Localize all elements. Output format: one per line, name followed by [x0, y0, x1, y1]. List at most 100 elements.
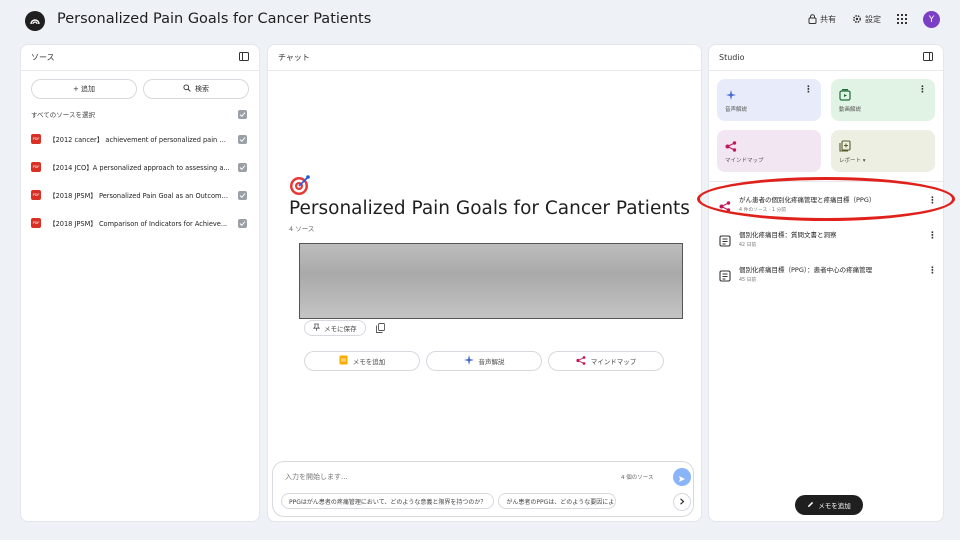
chat-actions: メモを追加 音声解説 マインドマップ — [304, 351, 664, 371]
chat-input[interactable] — [285, 470, 585, 484]
select-all-row[interactable]: すべてのソースを選択 — [31, 109, 247, 119]
sparkle-icon — [463, 355, 474, 367]
mindmap-label: マインドマップ — [590, 358, 637, 366]
note-item[interactable]: 個別化疼痛目標（PPG）：患者中心の疼痛管理 45 日前 ⋮ — [719, 264, 937, 292]
mindmap-tile-label: マインドマップ — [725, 158, 764, 164]
note-meta: 45 日前 — [739, 278, 757, 283]
video-overview-tile-label: 動画解説 — [839, 107, 862, 113]
pdf-icon: PDF — [31, 190, 41, 200]
target-emoji-icon — [289, 174, 311, 196]
video-icon — [839, 86, 851, 101]
top-actions: 共有 設定 Y — [808, 11, 940, 28]
copy-icon[interactable] — [375, 318, 385, 337]
note-item[interactable]: 個別化疼痛目標：質問文書と洞察 42 日前 ⋮ — [719, 229, 937, 257]
discover-source-button[interactable]: 検索 — [143, 79, 249, 99]
suggestion-chip[interactable]: PPGはがん患者の疼痛管理において、どのような意義と限界を持つのか？ — [281, 493, 495, 509]
video-overview-tile[interactable]: 動画解説 ⋮ — [831, 79, 935, 121]
studio-tiles: 音声解説 ⋮ 動画解説 ⋮ マインドマップ レポート ▾ — [717, 79, 937, 172]
source-checkbox[interactable] — [238, 162, 247, 172]
audio-overview-button[interactable]: 音声解説 — [426, 351, 542, 371]
note-title: がん患者の個別化疼痛管理と疼痛目標（PPG） — [739, 196, 876, 204]
add-source-button[interactable]: + 追加 — [31, 79, 137, 99]
audio-overview-tile[interactable]: 音声解説 ⋮ — [717, 79, 821, 121]
mindmap-icon — [719, 197, 731, 212]
suggestion-chip[interactable]: がん患者のPPGは、どのような要因によ — [498, 493, 617, 509]
source-label: 【2012 cancer】 achievement of personalize… — [49, 136, 234, 144]
source-checkbox[interactable] — [238, 218, 247, 228]
save-to-memo-button[interactable]: メモに保存 — [304, 319, 366, 336]
chat-header: チャット — [268, 45, 701, 71]
add-note-label: メモを追加 — [818, 502, 851, 510]
select-all-label: すべてのソースを選択 — [31, 111, 95, 119]
notebook-source-count: 4 ソース — [289, 225, 315, 233]
source-label: 【2018 JPSM】 Personalized Pain Goal as an… — [49, 192, 232, 200]
source-item[interactable]: PDF 【2018 JPSM】 Comparison of Indicators… — [31, 209, 247, 237]
source-checkbox[interactable] — [238, 190, 247, 200]
notebook-heading: Personalized Pain Goals for Cancer Patie… — [289, 198, 690, 219]
settings-button[interactable]: 設定 — [852, 14, 881, 26]
chat-panel: チャット Personalized Pain Goals for Cancer … — [267, 44, 702, 522]
note-meta: 4 件のソース · 1 分前 — [739, 208, 787, 213]
more-vert-icon[interactable]: ⋮ — [804, 85, 813, 95]
report-tile[interactable]: レポート ▾ — [831, 130, 935, 172]
more-vert-icon[interactable]: ⋮ — [928, 231, 937, 241]
app-logo-icon[interactable] — [25, 11, 45, 31]
collapse-panel-icon[interactable] — [239, 52, 249, 63]
note-doc-icon — [719, 267, 731, 282]
send-button[interactable] — [673, 468, 691, 486]
note-title: 個別化疼痛目標（PPG）：患者中心の疼痛管理 — [739, 266, 873, 274]
studio-header: Studio — [709, 45, 943, 71]
send-icon — [678, 468, 686, 487]
mindmap-icon — [725, 137, 737, 152]
note-add-icon — [339, 355, 348, 367]
discover-label: 検索 — [195, 85, 209, 93]
source-actions: + 追加 検索 — [31, 79, 249, 99]
add-note-action-label: メモを追加 — [352, 358, 386, 366]
share-label: 共有 — [820, 15, 836, 24]
source-label: 【2018 JPSM】 Comparison of Indicators for… — [49, 220, 228, 228]
source-item[interactable]: PDF 【2014 JCO】A personalized approach to… — [31, 153, 247, 181]
source-item[interactable]: PDF 【2018 JPSM】 Personalized Pain Goal a… — [31, 181, 247, 209]
source-checkbox[interactable] — [238, 134, 247, 144]
avatar[interactable]: Y — [923, 11, 940, 28]
pdf-icon: PDF — [31, 162, 41, 172]
note-doc-icon — [719, 232, 731, 247]
more-vert-icon[interactable]: ⋮ — [928, 266, 937, 276]
note-title: 個別化疼痛目標：質問文書と洞察 — [739, 231, 837, 239]
add-note-button[interactable]: メモを追加 — [795, 495, 863, 515]
note-item[interactable]: がん患者の個別化疼痛管理と疼痛目標（PPG） 4 件のソース · 1 分前 ⋮ — [719, 194, 937, 222]
pin-icon — [312, 323, 321, 333]
notebook-title[interactable]: Personalized Pain Goals for Cancer Patie… — [57, 11, 371, 27]
mindmap-button[interactable]: マインドマップ — [548, 351, 664, 371]
sources-header: ソース — [21, 45, 259, 71]
mindmap-tile[interactable]: マインドマップ — [717, 130, 821, 172]
input-source-count: 4 個のソース — [621, 475, 654, 481]
settings-label: 設定 — [865, 15, 881, 24]
select-all-checkbox[interactable] — [238, 109, 247, 119]
apps-grid-icon[interactable] — [897, 13, 907, 26]
add-note-action-button[interactable]: メモを追加 — [304, 351, 420, 371]
discover-icon — [183, 84, 191, 94]
suggestion-next-button[interactable] — [673, 493, 691, 511]
source-list: PDF 【2012 cancer】 achievement of persona… — [21, 125, 259, 237]
sources-panel: ソース + 追加 検索 すべてのソースを選択 PDF 【2012 cancer】… — [20, 44, 260, 522]
memo-row: メモに保存 — [304, 318, 385, 337]
report-icon — [839, 137, 851, 152]
summary-redacted-block — [299, 243, 683, 319]
note-text: 個別化疼痛目標（PPG）：患者中心の疼痛管理 45 日前 — [739, 264, 928, 283]
more-vert-icon[interactable]: ⋮ — [918, 85, 927, 95]
note-meta: 42 日前 — [739, 243, 757, 248]
gear-icon — [852, 14, 862, 26]
studio-title: Studio — [719, 53, 745, 62]
chevron-right-icon — [679, 497, 685, 507]
sparkle-icon — [725, 86, 737, 100]
audio-overview-label: 音声解説 — [478, 358, 505, 366]
note-text: 個別化疼痛目標：質問文書と洞察 42 日前 — [739, 229, 928, 248]
audio-overview-tile-label: 音声解説 — [725, 107, 748, 113]
more-vert-icon[interactable]: ⋮ — [928, 196, 937, 206]
note-text: がん患者の個別化疼痛管理と疼痛目標（PPG） 4 件のソース · 1 分前 — [739, 194, 928, 213]
collapse-panel-icon[interactable] — [923, 52, 933, 63]
lock-icon — [808, 13, 817, 26]
share-button[interactable]: 共有 — [808, 13, 836, 26]
source-item[interactable]: PDF 【2012 cancer】 achievement of persona… — [31, 125, 247, 153]
